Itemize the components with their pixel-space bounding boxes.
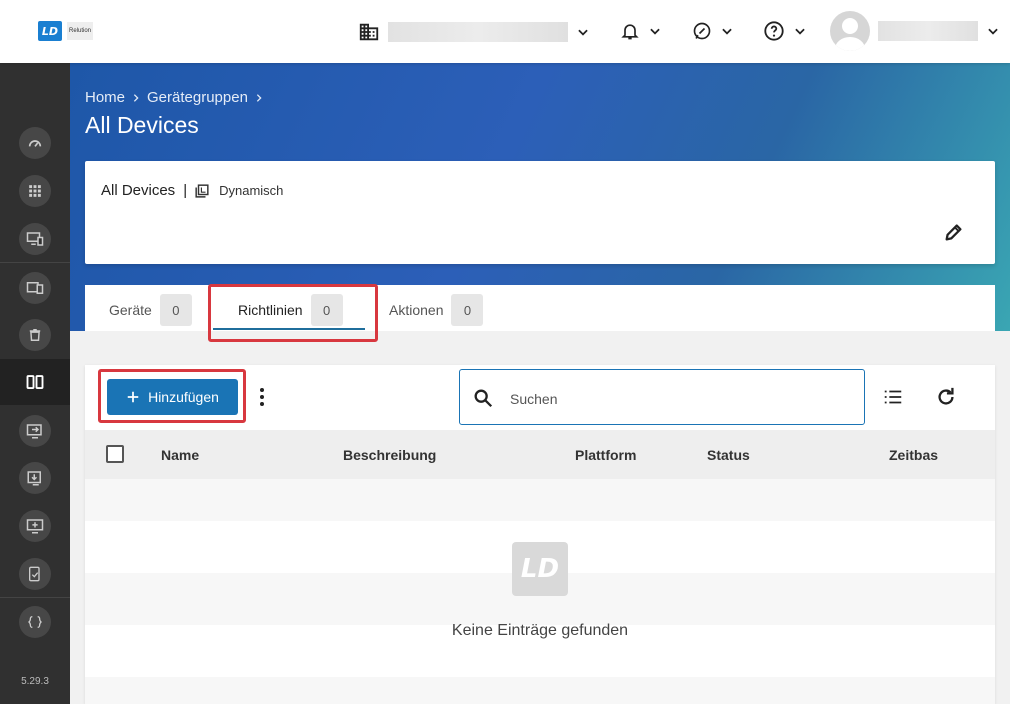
sidebar-item-developer[interactable] — [0, 599, 70, 645]
messages-button[interactable] — [692, 18, 734, 44]
tab-label: Geräte — [109, 302, 152, 318]
count-badge: 0 — [451, 294, 484, 326]
notifications-button[interactable] — [620, 18, 662, 44]
table-header: Name Beschreibung Plattform Status Zeitb… — [85, 430, 995, 479]
chevron-right-icon — [256, 93, 262, 102]
top-bar: LD Relution — [0, 0, 1010, 63]
help-icon — [764, 21, 784, 41]
tab-devices[interactable]: Geräte 0 — [109, 293, 192, 327]
list-icon — [884, 390, 902, 404]
chevron-down-icon — [650, 28, 660, 35]
empty-state-text: Keine Einträge gefunden — [451, 622, 629, 639]
tab-label: Aktionen — [389, 302, 444, 318]
search-icon — [474, 389, 493, 408]
logo-mark: LD — [38, 21, 62, 41]
device-arrow-icon — [26, 424, 42, 439]
search-field[interactable] — [459, 369, 865, 425]
highlight-box — [208, 284, 378, 342]
highlight-box — [98, 369, 246, 423]
help-button[interactable] — [763, 18, 807, 44]
column-header-description[interactable]: Beschreibung — [343, 447, 436, 463]
breadcrumb-home[interactable]: Home — [85, 89, 125, 106]
building-icon — [359, 23, 379, 41]
trash-icon — [29, 329, 41, 341]
device-groups-icon — [26, 375, 44, 389]
select-all-checkbox[interactable] — [106, 445, 124, 463]
sidebar-item-trash[interactable] — [0, 312, 70, 358]
chevron-right-icon — [133, 93, 139, 102]
column-header-time-base[interactable]: Zeitbas — [889, 447, 938, 463]
group-name: All Devices — [101, 182, 176, 199]
column-header-platform[interactable]: Plattform — [575, 447, 636, 463]
kebab-menu-icon — [260, 388, 264, 406]
organization-name — [388, 22, 568, 42]
sidebar-item-enrollment[interactable] — [0, 216, 70, 262]
chevron-down-icon — [578, 29, 588, 36]
more-options-button[interactable] — [254, 386, 270, 408]
app-logo[interactable]: LD Relution — [38, 18, 110, 44]
tab-actions[interactable]: Aktionen 0 — [389, 293, 484, 327]
logo-text: Relution — [67, 22, 94, 40]
sidebar-item-devices[interactable] — [0, 265, 70, 311]
user-name — [878, 21, 978, 41]
device-download-icon — [27, 471, 41, 486]
sidebar-item-dashboard[interactable] — [0, 120, 70, 166]
refresh-button[interactable] — [935, 386, 959, 410]
dashboard-icon — [28, 140, 42, 147]
column-header-status[interactable]: Status — [707, 447, 750, 463]
app-version: 5.29.3 — [21, 676, 49, 687]
breadcrumb-device-groups[interactable]: Gerätegruppen — [147, 89, 248, 106]
apps-grid-icon — [29, 185, 41, 197]
sidebar-item-add-device[interactable] — [0, 503, 70, 549]
count-badge: 0 — [159, 294, 192, 326]
pencil-icon — [945, 224, 962, 241]
chevron-down-icon — [722, 28, 732, 35]
table-row-stripe — [85, 677, 995, 704]
avatar — [830, 11, 870, 51]
sidebar-item-installs[interactable] — [0, 455, 70, 501]
code-icon — [28, 616, 42, 628]
sidebar-item-actions[interactable] — [0, 408, 70, 454]
sidebar-item-device-groups[interactable] — [0, 359, 70, 405]
group-info-card: All Devices | Dynamisch — [85, 161, 995, 264]
separator: | — [183, 182, 188, 199]
page-title: All Devices — [85, 112, 199, 138]
sidebar-divider — [0, 262, 70, 263]
table-row-stripe — [85, 479, 995, 521]
chat-icon — [693, 22, 711, 40]
device-check-icon — [29, 566, 40, 582]
organization-selector[interactable] — [358, 20, 590, 44]
group-type: Dynamisch — [219, 183, 284, 198]
device-add-icon — [26, 519, 44, 534]
refresh-icon — [938, 387, 954, 405]
devices-icon — [26, 282, 44, 294]
device-star-icon — [26, 232, 44, 246]
empty-state-logo: LD — [512, 542, 568, 596]
column-header-name[interactable]: Name — [161, 447, 199, 463]
sidebar-divider — [0, 597, 70, 598]
breadcrumb: Home Gerätegruppen — [85, 89, 264, 106]
edit-button[interactable] — [943, 221, 967, 245]
bell-icon — [621, 24, 639, 40]
search-input[interactable] — [510, 388, 850, 410]
sidebar-item-apps[interactable] — [0, 168, 70, 214]
dynamic-group-icon — [195, 183, 209, 198]
chevron-down-icon — [795, 28, 805, 35]
sidebar-item-compliance[interactable] — [0, 551, 70, 597]
chevron-down-icon — [988, 28, 998, 35]
column-settings-button[interactable] — [882, 386, 906, 408]
user-menu[interactable] — [830, 11, 1000, 51]
